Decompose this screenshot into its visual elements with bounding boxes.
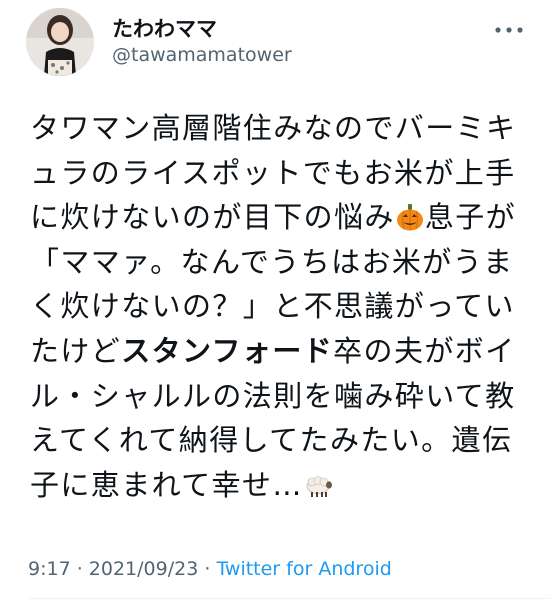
tweet-line: タワマン高層階住みなのでバーミキ <box>30 111 517 145</box>
tweet-line: えてくれて納得してたみたい。遺伝 <box>30 423 513 458</box>
tweet-header: たわわママ @tawamamatower <box>26 8 526 76</box>
user-handle[interactable]: @tawamamatower <box>112 42 292 68</box>
user-names: たわわママ @tawamamatower <box>112 16 292 68</box>
sheep-emoji <box>303 468 333 498</box>
meta-separator: · <box>70 558 89 580</box>
tweet-time[interactable]: 9:17 <box>28 558 71 580</box>
tweet-line: に炊けないのが目下の悩み 息子が <box>30 195 530 240</box>
tweet-source-link[interactable]: Twitter for Android <box>216 558 391 580</box>
tweet-body: タワマン高層階住みなのでバーミキ ュラのライスポットでもお米が上手 に炊けないの… <box>30 106 530 507</box>
tweet-text-segment: 息子が <box>424 200 517 235</box>
tweet-line: ュラのライスポットでもお米が上手 <box>30 155 516 190</box>
tweet-bold-text: スタンフォード <box>121 333 334 368</box>
tweet-line: く炊けないの？」と不思議がってい <box>30 289 515 324</box>
avatar[interactable] <box>26 8 94 76</box>
tweet-line: 「ママァ。なんでうちはお米がうま <box>30 244 514 279</box>
tweet-text-segment: 子に恵まれて幸せ… <box>30 467 303 502</box>
tweet-text-segment: 卒の夫がボイ <box>333 333 516 368</box>
tweet-text-segment: に炊けないのが目下の悩み <box>30 200 395 235</box>
tweet: たわわママ @tawamamatower タワマン高層階住みなのでバーミキ ュラ… <box>0 0 550 606</box>
display-name[interactable]: たわわママ <box>112 16 292 42</box>
jack-o-lantern-emoji <box>395 200 425 231</box>
tweet-meta: 9:17 · 2021/09/23 · Twitter for Android <box>28 556 392 582</box>
tweet-date[interactable]: 2021/09/23 <box>89 558 199 580</box>
tweet-line: 子に恵まれて幸せ… <box>30 463 530 508</box>
tweet-line: たけどスタンフォード卒の夫がボイ <box>30 329 530 374</box>
tweet-text-segment: たけど <box>30 333 122 368</box>
divider <box>28 598 550 599</box>
meta-separator: · <box>198 558 217 580</box>
user-avatar-image <box>26 8 94 76</box>
more-options-icon[interactable] <box>492 20 526 40</box>
tweet-line: ル・シャルルの法則を噛み砕いて教 <box>30 378 516 413</box>
